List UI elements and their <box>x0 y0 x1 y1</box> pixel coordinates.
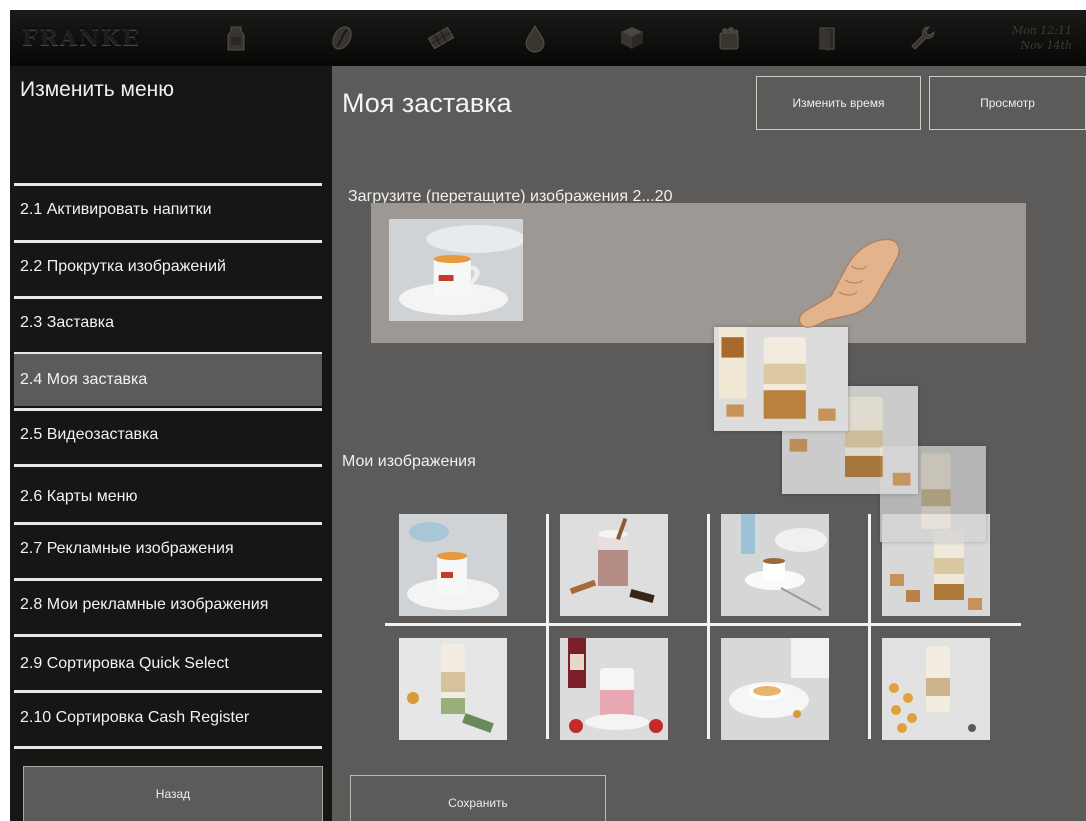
divider <box>14 634 322 637</box>
sidebar-item-label: 2.9 Сортировка Quick Select <box>20 655 229 672</box>
clock-date: Nov 14th <box>1020 39 1072 52</box>
gallery-image-cookies[interactable] <box>882 638 990 740</box>
divider <box>14 746 322 749</box>
gallery-image-hot-chocolate[interactable] <box>560 514 668 616</box>
gallery-image-espresso[interactable] <box>399 514 507 616</box>
sidebar-item-video-screensaver[interactable]: 2.5 Видеозаставка <box>14 409 322 461</box>
image-drop-zone[interactable] <box>371 203 1026 343</box>
sidebar-item-promo-images[interactable]: 2.7 Рекламные изображения <box>14 523 322 575</box>
top-bar: FRANKE Mon 12:11 Nov 14th <box>10 10 1086 66</box>
gallery-image-espresso-cup[interactable] <box>721 514 829 616</box>
grid-divider <box>385 623 1021 626</box>
back-button[interactable]: Назад <box>23 766 323 821</box>
chocolate-bar-icon[interactable] <box>423 20 459 56</box>
sidebar-item-menu-cards[interactable]: 2.6 Карты меню <box>14 471 322 523</box>
page-title: Моя заставка <box>342 88 512 118</box>
sidebar-item-cash-register-sort[interactable]: 2.10 Сортировка Cash Register <box>14 692 322 744</box>
sidebar-item-my-promo-images[interactable]: 2.8 Мои рекламные изображения <box>14 579 322 631</box>
sidebar-title: Изменить меню <box>20 78 175 101</box>
coffee-bean-icon[interactable] <box>324 20 360 56</box>
sidebar-item-scroll-images[interactable]: 2.2 Прокрутка изображений <box>14 241 322 293</box>
cup-stack-icon[interactable] <box>614 20 650 56</box>
clock-time: Mon 12:11 <box>1011 24 1072 37</box>
wrench-icon[interactable] <box>904 20 940 56</box>
grid-divider <box>868 514 871 739</box>
milk-carton-icon[interactable] <box>218 20 254 56</box>
app-window: FRANKE Mon 12:11 Nov 14th Изменить меню … <box>10 10 1086 821</box>
save-button[interactable]: Сохранить <box>350 775 606 821</box>
sidebar-item-label: 2.6 Карты меню <box>20 488 138 505</box>
clock: Mon 12:11 Nov 14th <box>1002 23 1072 53</box>
sidebar-item-activate-drinks[interactable]: 2.1 Активировать напитки <box>14 184 322 236</box>
sidebar-item-label: 2.7 Рекламные изображения <box>20 540 234 557</box>
sidebar-item-quick-select-sort[interactable]: 2.9 Сортировка Quick Select <box>14 638 322 690</box>
grid-divider <box>546 514 549 739</box>
sidebar: Изменить меню 2.1 Активировать напитки 2… <box>10 66 332 821</box>
divider <box>14 464 322 467</box>
preview-button[interactable]: Просмотр <box>929 76 1086 130</box>
main-panel: Моя заставка Изменить время Просмотр Заг… <box>332 66 1086 821</box>
gallery-image-layered-drink[interactable] <box>399 638 507 740</box>
change-time-button[interactable]: Изменить время <box>756 76 921 130</box>
sidebar-item-label: 2.3 Заставка <box>20 314 115 331</box>
sidebar-item-label: 2.8 Мои рекламные изображения <box>20 596 269 613</box>
franke-logo: FRANKE <box>22 25 141 51</box>
hand-pointer-icon <box>799 239 900 328</box>
sidebar-item-screensaver[interactable]: 2.3 Заставка <box>14 297 322 349</box>
sidebar-item-label: 2.10 Сортировка Cash Register <box>20 709 250 726</box>
grid-divider <box>707 514 710 739</box>
sidebar-item-label: 2.4 Моя заставка <box>20 371 148 388</box>
door-icon[interactable] <box>809 20 845 56</box>
sidebar-item-label: 2.1 Активировать напитки <box>20 201 212 218</box>
sidebar-item-label: 2.2 Прокрутка изображений <box>20 258 226 275</box>
sidebar-item-label: 2.5 Видеозаставка <box>20 426 159 443</box>
sidebar-item-my-screensaver[interactable]: 2.4 Моя заставка <box>14 354 322 406</box>
my-images-label: Мои изображения <box>342 453 476 470</box>
uploaded-image-thumbnail[interactable] <box>389 219 523 321</box>
water-drop-icon[interactable] <box>517 20 553 56</box>
gallery-image-cappuccino[interactable] <box>721 638 829 740</box>
gallery-image-strawberry-drink[interactable] <box>560 638 668 740</box>
cleaning-brush-icon[interactable] <box>711 20 747 56</box>
